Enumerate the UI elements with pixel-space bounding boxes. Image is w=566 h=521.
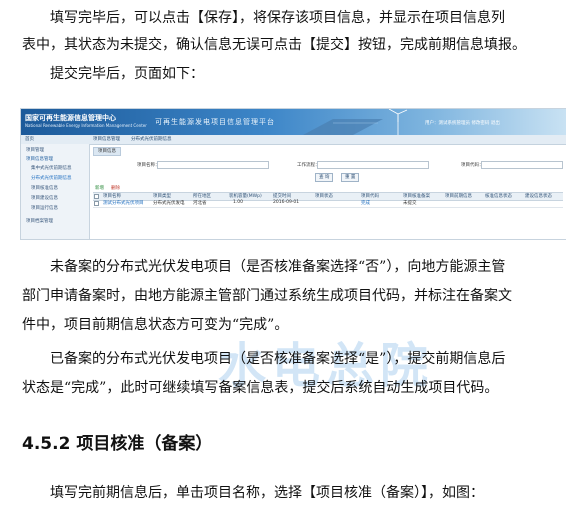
paragraph-line: 填写完毕后，可以点击【保存】，将保存该项目信息，并显示在项目信息列 xyxy=(50,10,505,26)
column-header: 提交时间 xyxy=(273,194,291,199)
column-header: 装机容量(MWp) xyxy=(229,194,262,199)
column-header: 项目状态 xyxy=(315,194,333,199)
column-header: 核准信息状态 xyxy=(485,194,512,199)
screenshot-banner: 国家可再生能源信息管理中心 National Renewable Energy … xyxy=(21,109,566,135)
sidebar-item-active[interactable]: 分布式光伏前期信息 xyxy=(31,175,72,181)
column-header: 项目类型 xyxy=(153,194,171,199)
screenshot-sidebar: 项目管理 项目信息管理 集中式光伏前期信息 分布式光伏前期信息 项目核准信息 项… xyxy=(21,144,90,239)
delete-button[interactable]: 删除 xyxy=(111,185,120,191)
banner-user: 用户：测试系统管理员 xyxy=(425,121,470,126)
column-header: 项目名称 xyxy=(103,194,121,199)
select-all-checkbox[interactable] xyxy=(94,194,99,199)
table-cell: 1.00 xyxy=(233,200,244,205)
paragraph-line: 未备案的分布式光伏发电项目（是否核准备案选择“否”），向地方能源主管 xyxy=(50,259,506,275)
nav-current: 分布式光伏前期信息 xyxy=(131,137,172,142)
project-code-input[interactable] xyxy=(481,161,563,169)
column-header: 项目核准备案 xyxy=(403,194,430,199)
table-cell: 河北省 xyxy=(193,201,207,206)
column-header: 建设信息状态 xyxy=(525,194,552,199)
nav-home[interactable]: 首页 xyxy=(25,136,34,142)
sidebar-item[interactable]: 项目管理 xyxy=(26,147,44,153)
reset-button[interactable]: 重 置 xyxy=(341,173,360,182)
paragraph-line: 部门申请备案时，由地方能源主管部门通过系统生成项目代码，并标注在备案文 xyxy=(22,288,512,304)
column-header: 项目代码 xyxy=(361,194,379,199)
screenshot-breadcrumb: 首页 项目信息管理 分布式光伏前期信息 xyxy=(21,135,566,145)
nav-info[interactable]: 项目信息管理 xyxy=(93,136,120,142)
wind-turbine-icon xyxy=(303,109,408,135)
sidebar-item[interactable]: 项目档案管理 xyxy=(26,218,53,224)
paragraph-line: 状态是“完成”，此时可继续填写备案信息表，提交后系统自动生成项目代码。 xyxy=(22,380,499,396)
banner-slogan: 可再生能源发电项目信息管理平台 xyxy=(155,118,275,126)
section-heading: 4.5.2 项目核准（备案） xyxy=(22,434,213,454)
project-name-link[interactable]: 测试分布式光伏项目 xyxy=(103,200,144,206)
banner-subtitle: National Renewable Energy Information Ma… xyxy=(25,123,147,128)
paragraph-line: 填写完前期信息后，单击项目名称，选择【项目核准（备案）】，如图： xyxy=(50,485,484,501)
table-cell: 2016-09-01 xyxy=(273,200,300,205)
sidebar-item[interactable]: 项目核准信息 xyxy=(31,185,58,191)
project-name-input[interactable] xyxy=(157,161,269,169)
row-checkbox[interactable] xyxy=(94,201,99,206)
sidebar-item[interactable]: 项目建设信息 xyxy=(31,195,58,201)
paragraph-line: 提交完毕后，页面如下： xyxy=(50,66,204,82)
sidebar-item[interactable]: 项目运行信息 xyxy=(31,205,58,211)
banner-user-info: 用户：测试系统管理员 修改密码 退出 xyxy=(425,120,500,126)
column-header: 所在地区 xyxy=(193,194,211,199)
tab-project-info[interactable]: 项目信息 xyxy=(93,147,121,156)
paragraph-line: 表中，其状态为未提交，确认信息无误可点击【提交】按钮，完成前期信息填报。 xyxy=(22,37,526,53)
workflow-input[interactable] xyxy=(317,161,429,169)
screenshot-main: 项目信息 项目名称： 工作流程： 项目代码： 查 询 重 置 新增 删除 项目名… xyxy=(91,145,565,237)
table-cell: 分布式光伏发电 xyxy=(153,201,185,206)
column-header: 项目前期信息 xyxy=(445,194,472,199)
query-button[interactable]: 查 询 xyxy=(315,173,334,182)
banner-title: 国家可再生能源信息管理中心 xyxy=(25,114,116,122)
table-row[interactable]: 测试分布式光伏项目 分布式光伏发电 河北省 1.00 2016-09-01 完成… xyxy=(93,200,563,208)
embedded-screenshot: 国家可再生能源信息管理中心 National Renewable Energy … xyxy=(20,108,566,240)
add-button[interactable]: 新增 xyxy=(95,185,104,191)
sidebar-item[interactable]: 集中式光伏前期信息 xyxy=(31,165,72,171)
table-cell: 未提交 xyxy=(403,201,417,206)
table-cell[interactable]: 完成 xyxy=(361,200,370,206)
banner-links[interactable]: 修改密码 退出 xyxy=(471,121,499,126)
sidebar-item[interactable]: 项目信息管理 xyxy=(26,156,53,162)
paragraph-line: 已备案的分布式光伏发电项目（是否核准备案选择“是”），提交前期信息后 xyxy=(50,351,506,367)
